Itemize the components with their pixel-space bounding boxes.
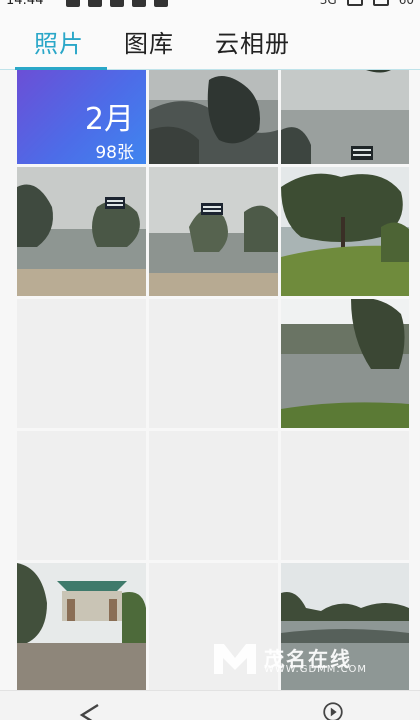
notification-icon xyxy=(132,0,146,7)
photo-thumbnail[interactable] xyxy=(149,70,278,164)
watermark: 茂名在线 WWW.GDMM.COM xyxy=(212,638,366,676)
status-bar: 14:44 3G 60 xyxy=(0,0,420,10)
tab-photos[interactable]: 照片 xyxy=(34,24,84,59)
photo-thumbnail[interactable] xyxy=(281,70,409,164)
photo-placeholder[interactable] xyxy=(149,299,278,428)
photo-placeholder[interactable] xyxy=(17,431,146,560)
photo-placeholder[interactable] xyxy=(17,299,146,428)
photo-placeholder[interactable] xyxy=(281,431,409,560)
notification-icon xyxy=(110,0,124,7)
photo-thumbnail[interactable] xyxy=(149,167,278,296)
navigation-bar xyxy=(0,690,420,720)
month-label: 2月 xyxy=(84,102,134,137)
photo-thumbnail[interactable] xyxy=(281,167,409,296)
status-right: 3G 60 xyxy=(320,0,414,7)
month-header-tile[interactable]: 2月 98张 xyxy=(17,70,146,164)
photo-thumbnail[interactable] xyxy=(17,167,146,296)
battery-icon xyxy=(372,0,389,6)
brand-logo-icon xyxy=(214,644,256,674)
tab-bar: 照片 图库 云相册 xyxy=(0,10,420,70)
sim-icon xyxy=(346,0,363,6)
signal-label: 3G xyxy=(319,0,337,7)
status-notification-icons xyxy=(66,0,168,7)
tab-gallery[interactable]: 图库 xyxy=(124,24,174,59)
gallery-screen: 14:44 3G 60 照片 图库 云相册 2月 98张 茂名在线 WWW.GD… xyxy=(0,0,420,720)
tab-cloud-album[interactable]: 云相册 xyxy=(215,24,290,59)
photo-placeholder[interactable] xyxy=(149,431,278,560)
watermark-url: WWW.GDMM.COM xyxy=(264,664,368,675)
photo-thumbnail[interactable] xyxy=(17,563,146,690)
notification-icon xyxy=(66,0,80,7)
photo-count: 98张 xyxy=(95,143,134,163)
notification-icon xyxy=(88,0,102,7)
photo-thumbnail[interactable] xyxy=(281,299,409,428)
battery-level: 60 xyxy=(398,0,414,7)
back-triangle-icon[interactable] xyxy=(78,703,104,720)
status-time: 14:44 xyxy=(6,0,44,8)
warning-icon xyxy=(154,0,168,7)
play-circle-icon[interactable] xyxy=(318,701,348,720)
